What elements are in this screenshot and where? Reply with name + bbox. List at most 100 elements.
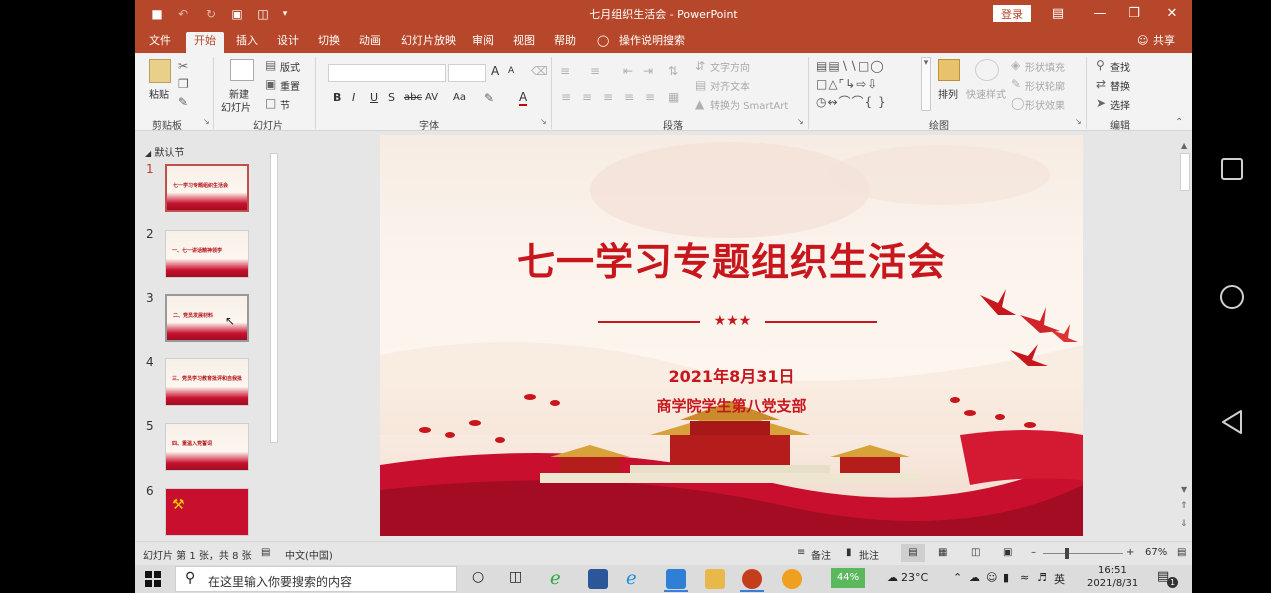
notes-icon[interactable]: ≡ [797,547,805,558]
show-hidden-icons-icon[interactable]: ⌃ [953,571,962,584]
cut-icon[interactable]: ✂ [178,59,188,73]
slide-thumbnail-6[interactable]: ⚒ [165,488,249,536]
zoom-slider[interactable] [1043,553,1123,554]
align-text-button[interactable]: 对齐文本 [710,78,750,93]
align-right-icon[interactable]: ≡ [603,90,613,104]
drawing-launcher-icon[interactable]: ↘ [1075,117,1082,126]
comments-icon[interactable]: ▮ [846,547,852,558]
search-icon[interactable]: ⚲ [1096,58,1105,72]
quick-styles-icon[interactable] [975,59,999,81]
grow-font-button[interactable]: A [491,64,499,78]
cortana-icon[interactable]: ○ [472,569,484,585]
minimize-button[interactable]: — [1085,4,1115,24]
collapse-ribbon-icon[interactable]: ⌃ [1175,117,1183,128]
battery-indicator[interactable]: 44% [831,568,865,588]
windows-start-icon[interactable] [145,571,161,587]
decrease-indent-icon[interactable]: ⇤ [623,64,633,78]
login-button[interactable]: 登录 [993,5,1031,22]
slide-organization[interactable]: 商学院学生第八党支部 [380,395,1083,416]
ribbon-display-icon[interactable]: ▤ [1043,4,1073,24]
section-icon[interactable]: □ [265,96,276,110]
clock-time[interactable]: 16:51 [1098,565,1127,576]
tab-design[interactable]: 设计 [277,32,299,53]
tell-me-search[interactable]: 操作说明搜索 [619,32,685,53]
change-case-button[interactable]: Aa [453,92,466,103]
ie-browser-icon[interactable]: ℯ [550,569,570,589]
zoom-slider-thumb[interactable] [1065,548,1069,559]
font-name-combo[interactable] [328,64,446,82]
powerpoint-taskbar-icon[interactable] [742,569,762,589]
weather-icon[interactable]: ☁ [887,571,898,584]
next-slide-icon[interactable]: ⇓ [1180,519,1188,529]
comments-button[interactable]: 批注 [859,547,879,562]
font-size-combo[interactable] [448,64,486,82]
layout-button[interactable]: 版式 [280,59,300,74]
taskbar-search-box[interactable]: ⚲ 在这里输入你要搜索的内容 [175,566,457,592]
zoom-out-icon[interactable]: – [1031,547,1036,558]
italic-button[interactable]: I [352,91,355,104]
copy-icon[interactable]: ❐ [178,77,189,91]
arrange-button[interactable]: 排列 [938,86,958,101]
battery-icon[interactable]: ▮ [1003,571,1009,584]
slide-date[interactable]: 2021年8月31日 [380,363,1083,387]
collapse-triangle-icon[interactable]: ◢ [145,149,151,158]
tab-home[interactable]: 开始 [186,32,224,53]
slideshow-view-icon[interactable]: ▣ [1003,547,1012,558]
shapes-icon[interactable]: □△⌜↳⇨⇩ [816,77,878,91]
shapes-scroll-icon[interactable]: ▾ [921,57,931,111]
slide-thumbnail-3[interactable]: 二、党员发展材料 ↖ [165,294,249,342]
ime-indicator[interactable]: 英 [1054,571,1065,587]
distributed-icon[interactable]: ≡ [645,90,655,104]
normal-view-icon[interactable]: ▤ [901,544,925,562]
slide-thumbnail-1[interactable]: 七一学习专题组织生活会 [165,164,249,212]
tab-slideshow[interactable]: 幻灯片放映 [401,32,456,53]
shape-fill-button[interactable]: 形状填充 [1025,59,1065,74]
clipboard-launcher-icon[interactable]: ↘ [203,117,210,126]
scrollbar-thumb[interactable] [270,153,278,443]
tab-animations[interactable]: 动画 [359,32,381,53]
underline-button[interactable]: U [370,91,378,104]
section-button[interactable]: 节 [280,97,290,112]
paragraph-launcher-icon[interactable]: ↘ [797,117,804,126]
recent-apps-icon[interactable] [1219,156,1245,182]
zoom-in-icon[interactable]: + [1126,547,1134,558]
spelling-icon[interactable]: ▤ [261,547,270,558]
shape-effects-button[interactable]: 形状效果 [1025,97,1065,112]
back-icon[interactable] [1219,409,1245,435]
zoom-level[interactable]: 67% [1145,547,1167,558]
numbering-icon[interactable]: ≡ [590,64,600,78]
shape-outline-button[interactable]: 形状轮廓 [1025,78,1065,93]
shadow-button[interactable]: S [388,91,395,104]
char-spacing-button[interactable]: AV [425,92,438,103]
tab-review[interactable]: 审阅 [472,32,494,53]
increase-indent-icon[interactable]: ⇥ [643,64,653,78]
bold-button[interactable]: B [333,91,341,104]
new-slide-icon[interactable] [230,59,254,81]
prev-slide-icon[interactable]: ⇑ [1180,501,1188,511]
slide-thumbnail-5[interactable]: 四、重温入党誓词 [165,423,249,471]
justify-icon[interactable]: ≡ [624,90,634,104]
tab-help[interactable]: 帮助 [554,32,576,53]
notes-button[interactable]: 备注 [811,547,831,562]
bullets-icon[interactable]: ≡ [560,64,570,78]
slide-title[interactable]: 七一学习专题组织生活会 [380,231,1083,286]
paste-button[interactable]: 粘贴 [149,86,169,101]
shapes-gallery[interactable]: ▤▤∖∖□◯ □△⌜↳⇨⇩ ◷↭⌒⌒{ } [816,57,920,111]
scrollbar-thumb[interactable] [1180,153,1190,191]
word-icon[interactable] [588,569,608,589]
font-launcher-icon[interactable]: ↘ [540,117,547,126]
shape-outline-icon[interactable]: ✎ [1011,77,1021,91]
smartart-icon[interactable]: ▲ [695,97,704,111]
tab-file[interactable]: 文件 [149,32,171,53]
columns-icon[interactable]: ▦ [668,90,679,104]
home-icon[interactable] [1219,284,1245,310]
close-button[interactable]: ✕ [1157,4,1187,24]
new-slide-label-2[interactable]: 幻灯片 [221,99,251,114]
slide-sorter-icon[interactable]: ▦ [938,547,947,558]
replace-icon[interactable]: ⇄ [1096,77,1106,91]
slide-thumbnail-2[interactable]: 一、七一讲话精神领学 [165,230,249,278]
editor-scrollbar[interactable]: ▲ ▼ ⇑ ⇓ [1178,141,1192,541]
paste-icon[interactable] [149,59,171,83]
cloud-icon[interactable]: ☁ [969,571,980,584]
smartart-button[interactable]: 转换为 SmartArt [710,97,788,112]
